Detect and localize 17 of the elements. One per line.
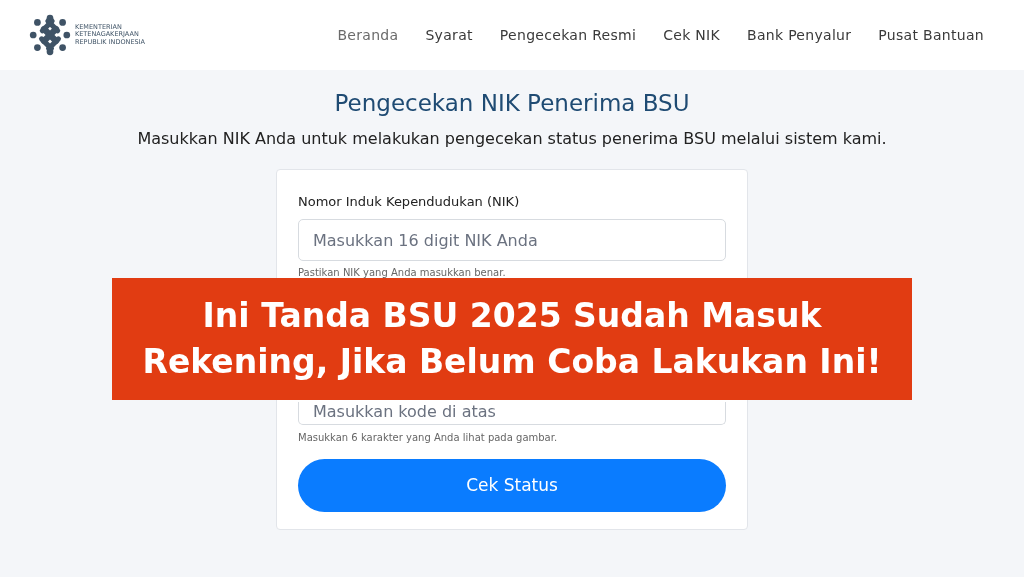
- nav-link[interactable]: Pengecekan Resmi: [499, 24, 637, 46]
- headline-text: Ini Tanda BSU 2025 Sudah Masuk: [202, 295, 822, 337]
- logo-icon: [29, 14, 71, 56]
- nav-link[interactable]: Bank Penyalur: [747, 24, 852, 46]
- nav-link[interactable]: Pusat Bantuan: [878, 24, 984, 46]
- headline-text: Rekening, Jika Belum Coba Lakukan Ini!: [142, 341, 882, 383]
- nav-link[interactable]: Cek NIK: [663, 24, 720, 46]
- nik-field[interactable]: Masukkan 16 digit NIK Anda: [298, 219, 726, 261]
- field-label: Nomor Induk Kependudukan (NIK): [298, 192, 521, 211]
- nav-link[interactable]: Beranda: [337, 24, 399, 46]
- submit-button[interactable]: Cek Status: [298, 459, 726, 512]
- page-title: Pengecekan NIK Penerima BSU: [334, 89, 690, 118]
- field-hint: Pastikan NIK yang Anda masukkan benar.: [298, 266, 507, 280]
- nav-link[interactable]: Syarat: [425, 24, 473, 46]
- field-hint: Masukkan 6 karakter yang Anda lihat pada gambar.: [298, 431, 559, 445]
- page-subtitle: Masukkan NIK Anda untuk melakukan pengecekan status penerima BSU melalui sistem kami.: [137, 127, 887, 150]
- code-field[interactable]: Masukkan kode di atas: [298, 402, 726, 425]
